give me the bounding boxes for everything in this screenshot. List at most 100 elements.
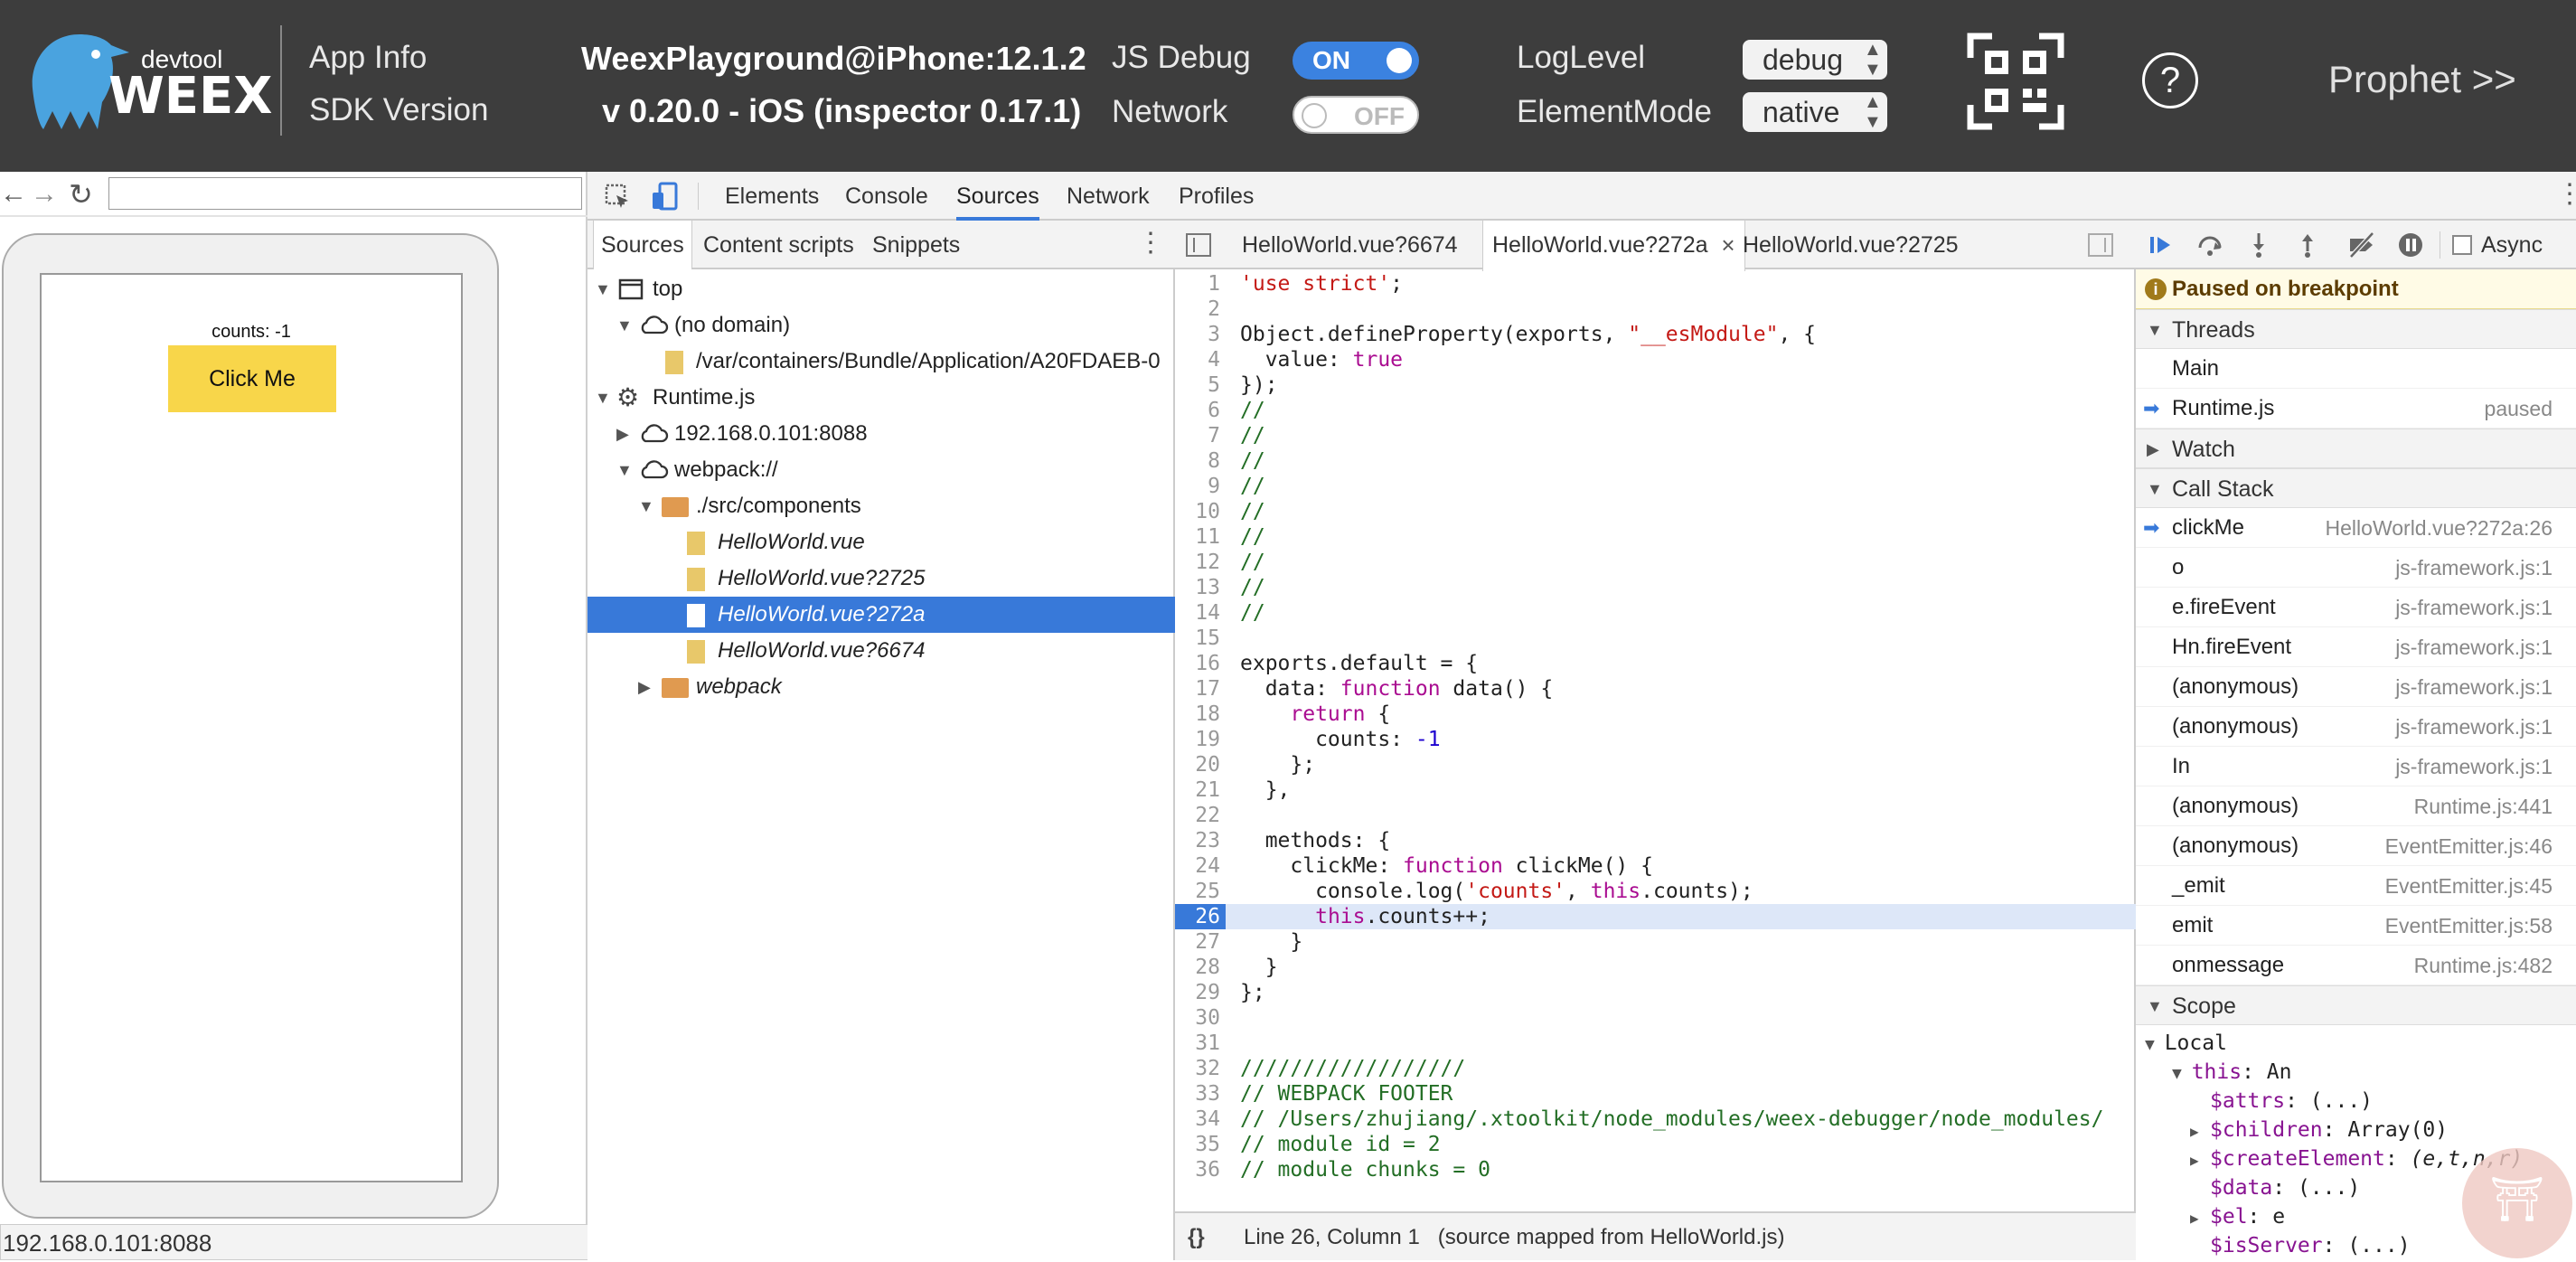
line-number[interactable]: 9 <box>1175 474 1226 499</box>
line-number[interactable]: 33 <box>1175 1081 1226 1107</box>
tree-item-no-domain[interactable]: ▼ (no domain) <box>588 307 1175 344</box>
callstack-frame[interactable]: (anonymous) js-framework.js:1 <box>2136 707 2576 747</box>
line-number[interactable]: 23 <box>1175 828 1226 853</box>
tree-item-bundle-path[interactable]: /var/containers/Bundle/Application/A20FD… <box>588 344 1175 380</box>
tree-item-runtime[interactable]: ▼ ⚙ Runtime.js <box>588 380 1175 416</box>
line-number[interactable]: 8 <box>1175 448 1226 474</box>
code-line[interactable]: 12 // <box>1175 550 2136 575</box>
click-me-button[interactable]: Click Me <box>168 345 336 412</box>
callstack-frame[interactable]: onmessage Runtime.js:482 <box>2136 946 2576 985</box>
code-line[interactable]: 15 <box>1175 626 2136 651</box>
callstack-frame[interactable]: e.fireEvent js-framework.js:1 <box>2136 588 2576 627</box>
callstack-frame[interactable]: ➡ clickMe HelloWorld.vue?272a:26 <box>2136 508 2576 548</box>
tab-network[interactable]: Network <box>1067 172 1150 221</box>
resume-icon[interactable] <box>2147 231 2176 259</box>
line-number[interactable]: 11 <box>1175 524 1226 550</box>
floating-assistant-button[interactable]: ⛩ <box>2462 1148 2572 1258</box>
callstack-frame[interactable]: (anonymous) Runtime.js:441 <box>2136 786 2576 826</box>
code-line[interactable]: 30 <box>1175 1005 2136 1031</box>
toggle-debugger-icon[interactable] <box>2088 233 2113 257</box>
line-number[interactable]: 7 <box>1175 423 1226 448</box>
code-line[interactable]: 2 <box>1175 297 2136 322</box>
code-line[interactable]: 32 ////////////////// <box>1175 1056 2136 1081</box>
scope-section-header[interactable]: ▼ Scope <box>2136 985 2576 1025</box>
scope-property[interactable]: ▶ $el: e <box>2190 1202 2285 1231</box>
code-line[interactable]: 3 Object.defineProperty(exports, "__esMod… <box>1175 322 2136 347</box>
editor-tab-272a[interactable]: HelloWorld.vue?272a × <box>1482 221 1745 271</box>
code-line[interactable]: 35 // module id = 2 <box>1175 1132 2136 1157</box>
loglevel-select[interactable]: debug ▲ ▼ <box>1743 40 1887 80</box>
code-line[interactable]: 10 // <box>1175 499 2136 524</box>
network-toggle[interactable]: OFF <box>1293 96 1419 134</box>
thread-row[interactable]: Main <box>2136 349 2576 389</box>
scope-property[interactable]: ▶ $children: Array(0) <box>2190 1116 2448 1144</box>
callstack-frame[interactable]: (anonymous) EventEmitter.js:46 <box>2136 826 2576 866</box>
line-number[interactable]: 14 <box>1175 600 1226 626</box>
callstack-frame[interactable]: o js-framework.js:1 <box>2136 548 2576 588</box>
step-into-icon[interactable] <box>2244 231 2273 259</box>
callstack-frame[interactable]: In js-framework.js:1 <box>2136 747 2576 786</box>
callstack-frame[interactable]: emit EventEmitter.js:58 <box>2136 906 2576 946</box>
code-line[interactable]: 6 // <box>1175 398 2136 423</box>
line-number[interactable]: 29 <box>1175 980 1226 1005</box>
code-line[interactable]: 24 clickMe: function clickMe() { <box>1175 853 2136 879</box>
code-line[interactable]: 33 // WEBPACK FOOTER <box>1175 1081 2136 1107</box>
line-number[interactable]: 2 <box>1175 297 1226 322</box>
watch-section-header[interactable]: ▶ Watch <box>2136 429 2576 468</box>
code-line[interactable]: 21 }, <box>1175 777 2136 803</box>
url-input[interactable] <box>108 177 582 210</box>
nav-tab-content-scripts[interactable]: Content scripts <box>696 221 861 269</box>
tree-item-webpack-root[interactable]: ▼ webpack:// <box>588 452 1175 488</box>
code-line[interactable]: 25 console.log('counts', this.counts); <box>1175 879 2136 904</box>
tab-elements[interactable]: Elements <box>725 172 819 221</box>
js-debug-toggle[interactable]: ON <box>1293 42 1419 80</box>
tree-item-helloworld-vue[interactable]: HelloWorld.vue <box>588 524 1175 560</box>
scope-property[interactable]: $isServer: (...) <box>2190 1231 2411 1260</box>
code-line[interactable]: 11 // <box>1175 524 2136 550</box>
code-line[interactable]: 29}; <box>1175 980 2136 1005</box>
line-number[interactable]: 18 <box>1175 702 1226 727</box>
line-number[interactable]: 17 <box>1175 676 1226 702</box>
step-out-icon[interactable] <box>2293 231 2322 259</box>
toggle-navigator-icon[interactable] <box>1186 233 1211 257</box>
deactivate-breakpoints-icon[interactable] <box>2347 231 2376 259</box>
more-menu-icon[interactable]: ⋮ <box>2556 172 2576 221</box>
code-line[interactable]: 27 } <box>1175 929 2136 955</box>
tree-item-src-components[interactable]: ▼ ./src/components <box>588 488 1175 524</box>
line-number[interactable]: 15 <box>1175 626 1226 651</box>
line-number[interactable]: 30 <box>1175 1005 1226 1031</box>
line-number[interactable]: 5 <box>1175 372 1226 398</box>
line-number[interactable]: 3 <box>1175 322 1226 347</box>
help-button[interactable]: ? <box>2142 52 2198 108</box>
line-number[interactable]: 32 <box>1175 1056 1226 1081</box>
nav-more-icon[interactable]: ⋮ <box>1137 221 1164 269</box>
line-number[interactable]: 12 <box>1175 550 1226 575</box>
prophet-link[interactable]: Prophet >> <box>2328 58 2516 101</box>
line-number[interactable]: 27 <box>1175 929 1226 955</box>
code-line[interactable]: 20 }; <box>1175 752 2136 777</box>
scope-property[interactable]: $data: (...) <box>2190 1173 2360 1202</box>
callstack-frame[interactable]: Hn.fireEvent js-framework.js:1 <box>2136 627 2576 667</box>
line-number[interactable]: 31 <box>1175 1031 1226 1056</box>
nav-tab-sources[interactable]: Sources <box>593 221 692 269</box>
breakpoint-line[interactable]: 26 this.counts++; <box>1175 904 2136 929</box>
code-lines[interactable]: 1 'use strict'; 2 3 Object.defineProperty(ex… <box>1175 271 2136 1211</box>
line-number[interactable]: 20 <box>1175 752 1226 777</box>
code-line[interactable]: 34 // /Users/zhujiang/.xtoolkit/node_modu… <box>1175 1107 2136 1132</box>
code-line[interactable]: 22 <box>1175 803 2136 828</box>
inspect-element-icon[interactable] <box>604 183 631 210</box>
code-line[interactable]: 23 methods: { <box>1175 828 2136 853</box>
tab-profiles[interactable]: Profiles <box>1179 172 1254 221</box>
tree-item-host[interactable]: ▶ 192.168.0.101:8088 <box>588 416 1175 452</box>
code-line[interactable]: 28 } <box>1175 955 2136 980</box>
tab-console[interactable]: Console <box>845 172 928 221</box>
code-line[interactable]: 4 value: true <box>1175 347 2136 372</box>
code-line[interactable]: 18 return { <box>1175 702 2136 727</box>
pretty-print-icon[interactable]: {} <box>1188 1213 1205 1262</box>
line-number[interactable]: 22 <box>1175 803 1226 828</box>
tab-sources[interactable]: Sources <box>956 172 1039 221</box>
code-line[interactable]: 17 data: function data() { <box>1175 676 2136 702</box>
elementmode-select[interactable]: native ▲ ▼ <box>1743 92 1887 132</box>
line-number[interactable]: 25 <box>1175 879 1226 904</box>
tree-item-top[interactable]: ▼ top <box>588 271 1175 307</box>
